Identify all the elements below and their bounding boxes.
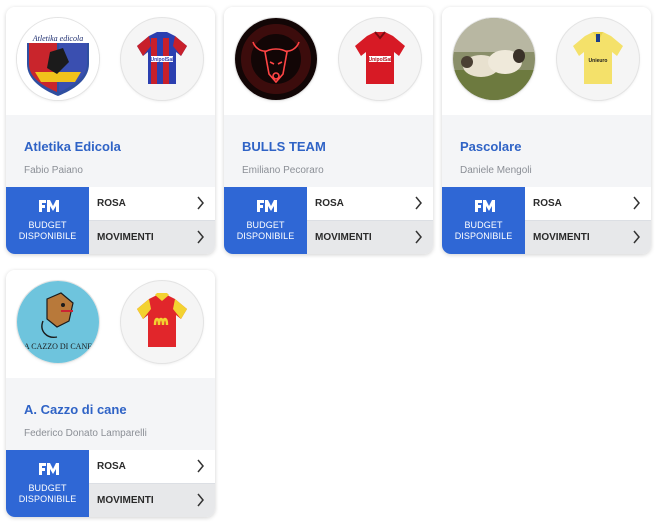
- yellow-shirt-icon: Unieuro: [573, 32, 623, 84]
- team-logo: [235, 18, 317, 100]
- fm-logo-icon: [257, 200, 277, 212]
- chevron-right-icon: [197, 230, 204, 244]
- svg-text:Unieuro: Unieuro: [589, 58, 608, 64]
- movimenti-link[interactable]: MOVIMENTI: [89, 221, 215, 254]
- team-name[interactable]: BULLS TEAM: [242, 139, 326, 154]
- chevron-right-icon: [197, 493, 204, 507]
- budget-label: BUDGET DISPONIBILE: [454, 220, 513, 241]
- team-shirt: Unieuro: [557, 18, 639, 100]
- team-logo: Atletika edicola: [17, 18, 99, 100]
- team-shirt: [121, 281, 203, 363]
- budget-label: BUDGET DISPONIBILE: [18, 220, 77, 241]
- team-name[interactable]: Pascolare: [460, 139, 521, 154]
- team-card[interactable]: A CAZZO DI CANE A. Cazzo di cane Federic…: [6, 270, 215, 517]
- budget-button[interactable]: BUDGET DISPONIBILE: [224, 187, 307, 254]
- team-card[interactable]: Unieuro Pascolare Daniele Mengoli BUDGET…: [442, 7, 651, 254]
- dog-cartoon-icon: A CAZZO DI CANE: [17, 281, 99, 363]
- rosa-link[interactable]: ROSA: [307, 187, 433, 221]
- budget-label: BUDGET DISPONIBILE: [18, 483, 77, 504]
- rosa-link[interactable]: ROSA: [89, 187, 215, 221]
- team-name[interactable]: A. Cazzo di cane: [24, 402, 127, 417]
- chevron-right-icon: [633, 196, 640, 210]
- svg-text:A CAZZO DI CANE: A CAZZO DI CANE: [24, 342, 92, 351]
- movimenti-link[interactable]: MOVIMENTI: [525, 221, 651, 254]
- svg-text:UnipolSai: UnipolSai: [368, 57, 392, 63]
- fm-logo-icon: [39, 200, 59, 212]
- manager-name: Emiliano Pecoraro: [242, 165, 324, 176]
- fm-logo-icon: [39, 463, 59, 475]
- shield-crest-icon: Atletika edicola: [17, 18, 99, 100]
- manager-name: Fabio Paiano: [24, 165, 83, 176]
- chevron-right-icon: [197, 196, 204, 210]
- neon-bull-icon: [235, 18, 317, 100]
- blue-red-shirt-icon: UnipolSai: [137, 32, 187, 84]
- movimenti-link[interactable]: MOVIMENTI: [89, 484, 215, 517]
- team-card[interactable]: Atletika edicola UnipolSai Atletika Edic…: [6, 7, 215, 254]
- budget-button[interactable]: BUDGET DISPONIBILE: [6, 450, 89, 517]
- manager-name: Daniele Mengoli: [460, 165, 532, 176]
- team-logo: A CAZZO DI CANE: [17, 281, 99, 363]
- movimenti-link[interactable]: MOVIMENTI: [307, 221, 433, 254]
- budget-button[interactable]: BUDGET DISPONIBILE: [6, 187, 89, 254]
- rosa-link[interactable]: ROSA: [525, 187, 651, 221]
- red-yellow-shirt-icon: [137, 293, 187, 347]
- svg-text:Atletika edicola: Atletika edicola: [32, 34, 83, 43]
- team-shirt: UnipolSai: [121, 18, 203, 100]
- chevron-right-icon: [415, 196, 422, 210]
- chevron-right-icon: [197, 459, 204, 473]
- rosa-link[interactable]: ROSA: [89, 450, 215, 484]
- budget-label: BUDGET DISPONIBILE: [236, 220, 295, 241]
- chevron-right-icon: [633, 230, 640, 244]
- team-shirt: UnipolSai: [339, 18, 421, 100]
- sheep-photo-icon: [453, 18, 535, 100]
- manager-name: Federico Donato Lamparelli: [24, 428, 147, 439]
- budget-button[interactable]: BUDGET DISPONIBILE: [442, 187, 525, 254]
- team-logo: [453, 18, 535, 100]
- fm-logo-icon: [475, 200, 495, 212]
- svg-text:UnipolSai: UnipolSai: [150, 57, 174, 63]
- team-name[interactable]: Atletika Edicola: [24, 139, 121, 154]
- team-card[interactable]: UnipolSai BULLS TEAM Emiliano Pecoraro B…: [224, 7, 433, 254]
- chevron-right-icon: [415, 230, 422, 244]
- red-shirt-icon: UnipolSai: [355, 31, 405, 84]
